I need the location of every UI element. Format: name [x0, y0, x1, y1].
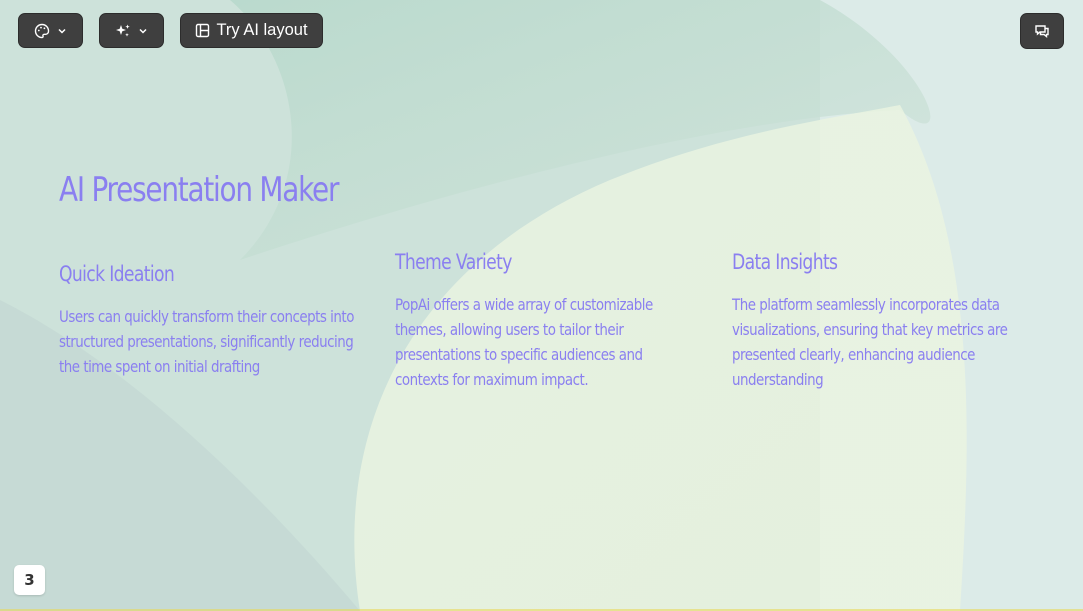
ai-magic-button[interactable] — [99, 13, 164, 48]
feature-column-data-insights: Data Insights The platform seamlessly in… — [732, 250, 1032, 392]
slide-title: AI Presentation Maker — [59, 170, 339, 210]
feature-column-theme-variety: Theme Variety PopAi offers a wide array … — [395, 250, 695, 392]
feature-column-quick-ideation: Quick Ideation Users can quickly transfo… — [59, 262, 359, 379]
theme-button[interactable] — [18, 13, 83, 48]
toolbar: Try AI layout — [18, 13, 1064, 50]
page-number-badge: 3 — [14, 565, 45, 595]
try-ai-layout-label: Try AI layout — [216, 21, 308, 39]
palette-icon — [34, 23, 50, 39]
feature-heading: Quick Ideation — [59, 262, 175, 286]
comments-button[interactable] — [1020, 13, 1064, 49]
layout-icon — [195, 23, 210, 38]
chevron-down-icon — [138, 26, 148, 36]
chevron-down-icon — [57, 26, 67, 36]
sparkles-icon — [115, 23, 131, 39]
feature-heading: Theme Variety — [395, 250, 512, 274]
comments-icon — [1034, 23, 1050, 39]
feature-heading: Data Insights — [732, 250, 838, 274]
slide-canvas: AI Presentation Maker Quick Ideation Use… — [0, 0, 1083, 611]
feature-text: PopAi offers a wide array of customizabl… — [395, 295, 653, 389]
try-ai-layout-button[interactable]: Try AI layout — [180, 13, 323, 48]
feature-text: Users can quickly transform their concep… — [59, 307, 354, 376]
feature-text: The platform seamlessly incorporates dat… — [732, 295, 1008, 389]
